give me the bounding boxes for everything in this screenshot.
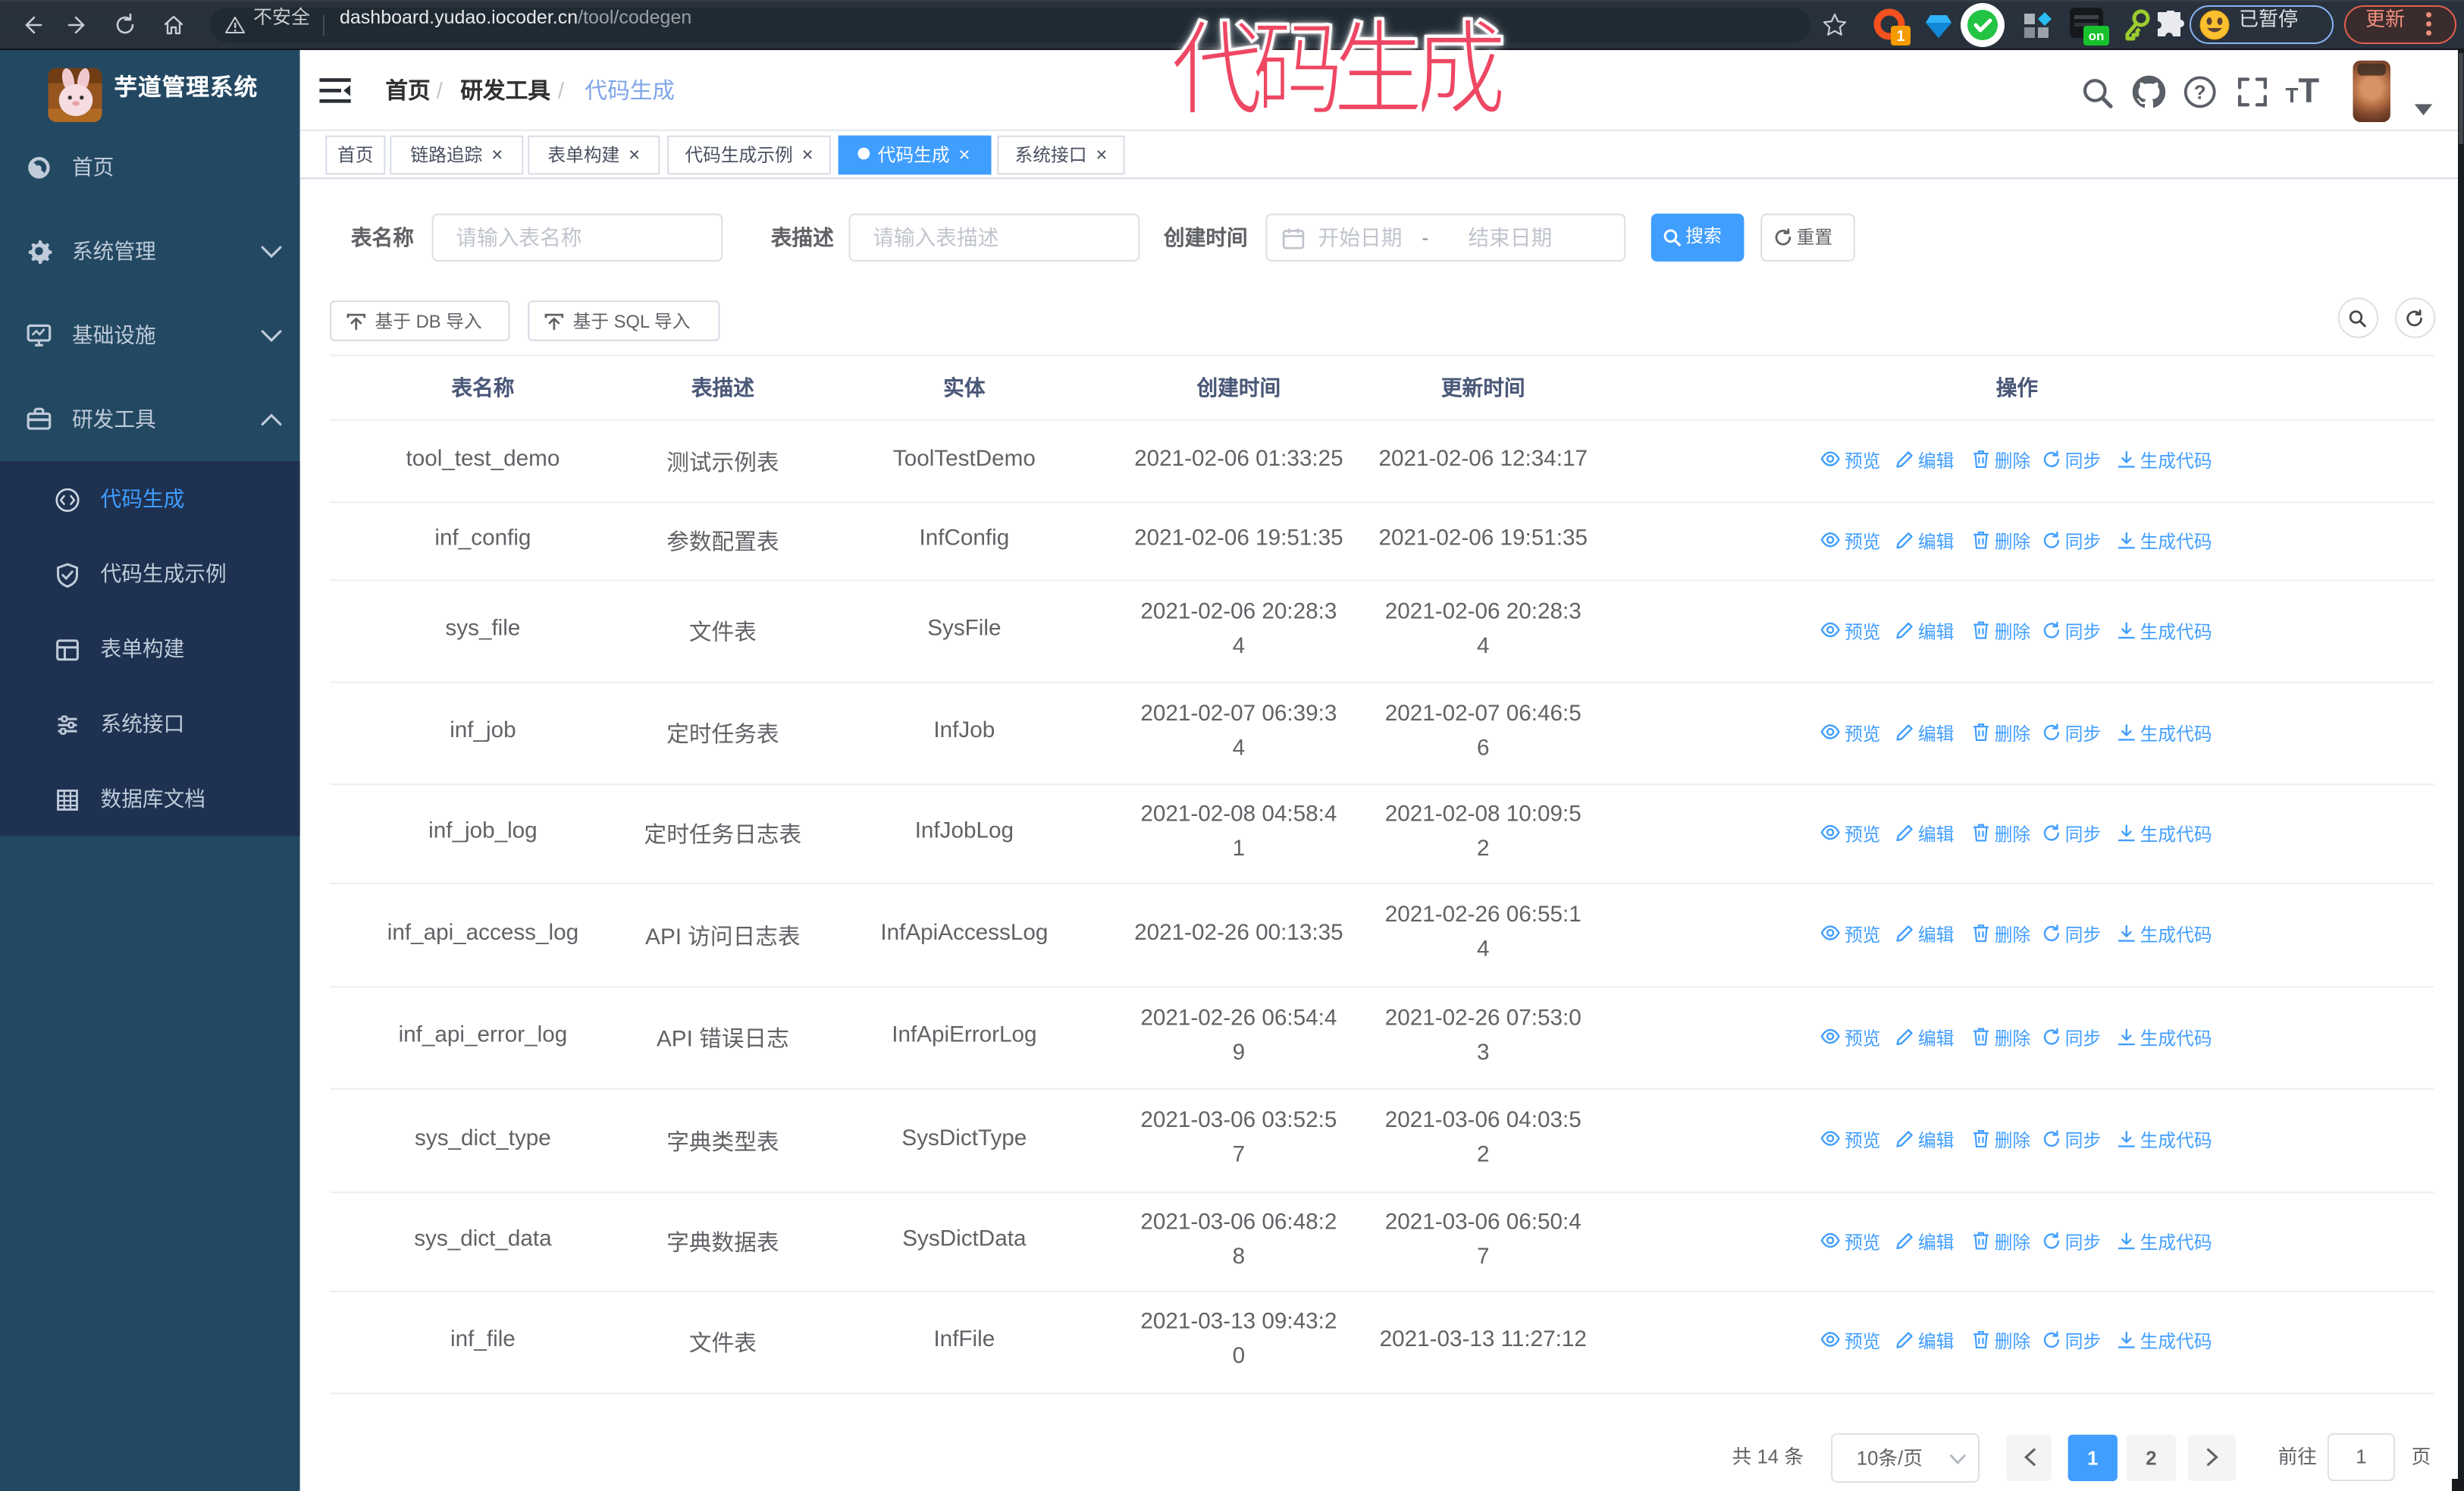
svg-text:?: ? <box>2194 82 2206 103</box>
svg-text:1: 1 <box>1896 28 1904 45</box>
svg-text:on: on <box>2089 29 2105 43</box>
